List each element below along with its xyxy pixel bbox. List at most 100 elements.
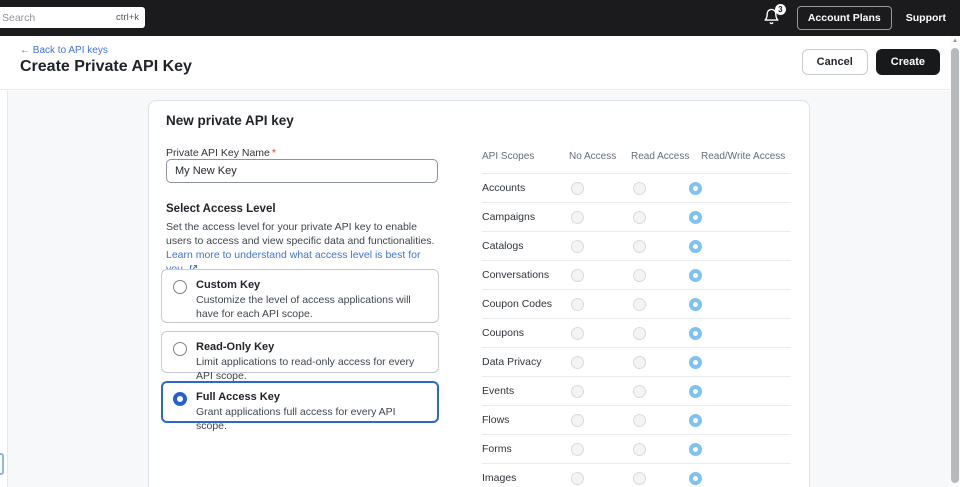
access-option-read-only-key[interactable]: Read-Only Key Limit applications to read…	[161, 331, 439, 373]
scrollbar-up-arrow-icon[interactable]: ▲	[950, 38, 960, 44]
option-title: Full Access Key	[196, 390, 426, 404]
clipped-left-element	[0, 453, 4, 475]
scope-row: Data Privacy	[482, 347, 791, 376]
radio-read-access[interactable]	[633, 472, 646, 485]
radio-read-access[interactable]	[633, 182, 646, 195]
radio-read-write-access[interactable]	[689, 443, 702, 456]
topbar-actions: 3 Account Plans Support	[763, 0, 946, 36]
scrollbar-thumb[interactable]	[951, 48, 959, 483]
radio-read-write-access[interactable]	[689, 385, 702, 398]
radio-no-access[interactable]	[571, 472, 584, 485]
api-key-name-label: Private API Key Name*	[166, 147, 276, 159]
notification-count-badge: 3	[775, 4, 786, 15]
vertical-scrollbar[interactable]: ▲	[950, 36, 960, 487]
option-title: Read-Only Key	[196, 340, 426, 354]
radio-read-write-access[interactable]	[689, 472, 702, 485]
scope-row: Flows	[482, 405, 791, 434]
scopes-table-header: API Scopes No Access Read Access Read/Wr…	[482, 151, 791, 173]
scope-label: Campaigns	[482, 211, 569, 223]
scope-row: Catalogs	[482, 231, 791, 260]
bell-icon	[763, 12, 780, 29]
radio-read-write-access[interactable]	[689, 269, 702, 282]
scope-row: Campaigns	[482, 202, 791, 231]
required-asterisk: *	[272, 147, 276, 159]
create-private-api-key-page: Search ctrl+k 3 Account Plans Support ← …	[0, 0, 960, 487]
api-scopes-table: API Scopes No Access Read Access Read/Wr…	[482, 151, 791, 487]
radio-read-access[interactable]	[633, 327, 646, 340]
radio-read-access[interactable]	[633, 385, 646, 398]
create-button[interactable]: Create	[876, 49, 940, 75]
page-title: Create Private API Key	[20, 58, 192, 76]
option-title: Custom Key	[196, 278, 426, 292]
scope-row: Coupon Codes	[482, 289, 791, 318]
radio-read-only-key[interactable]	[173, 342, 187, 356]
radio-no-access[interactable]	[571, 327, 584, 340]
radio-no-access[interactable]	[571, 182, 584, 195]
radio-no-access[interactable]	[571, 385, 584, 398]
radio-read-access[interactable]	[633, 240, 646, 253]
radio-no-access[interactable]	[571, 356, 584, 369]
api-key-name-input[interactable]	[166, 159, 438, 183]
support-button[interactable]: Support	[906, 12, 946, 24]
scope-row: Accounts	[482, 173, 791, 202]
card-title: New private API key	[166, 113, 294, 128]
scope-row: Images	[482, 463, 791, 487]
scope-label: Data Privacy	[482, 356, 569, 368]
radio-read-write-access[interactable]	[689, 327, 702, 340]
col-header-no-access: No Access	[569, 151, 631, 162]
scope-row: Conversations	[482, 260, 791, 289]
access-option-full-access-key[interactable]: Full Access Key Grant applications full …	[161, 381, 439, 423]
cancel-button[interactable]: Cancel	[802, 49, 868, 75]
scope-row: Coupons	[482, 318, 791, 347]
account-plans-button[interactable]: Account Plans	[797, 6, 892, 30]
top-navigation-bar: Search ctrl+k 3 Account Plans Support	[0, 0, 960, 36]
scope-label: Forms	[482, 443, 569, 455]
radio-read-write-access[interactable]	[689, 211, 702, 224]
radio-read-write-access[interactable]	[689, 414, 702, 427]
radio-read-write-access[interactable]	[689, 240, 702, 253]
radio-no-access[interactable]	[571, 414, 584, 427]
option-description: Limit applications to read-only access f…	[196, 355, 426, 383]
radio-no-access[interactable]	[571, 298, 584, 311]
access-option-custom-key[interactable]: Custom Key Customize the level of access…	[161, 269, 439, 323]
scope-row: Forms	[482, 434, 791, 463]
back-arrow-icon: ←	[20, 45, 30, 56]
scope-label: Coupon Codes	[482, 298, 569, 310]
radio-no-access[interactable]	[571, 240, 584, 253]
new-api-key-card: New private API key Private API Key Name…	[148, 100, 810, 487]
back-link-label: Back to API keys	[33, 45, 108, 56]
radio-no-access[interactable]	[571, 269, 584, 282]
radio-read-write-access[interactable]	[689, 298, 702, 311]
option-description: Grant applications full access for every…	[196, 405, 426, 433]
radio-read-access[interactable]	[633, 269, 646, 282]
col-header-read-access: Read Access	[631, 151, 687, 162]
radio-custom-key[interactable]	[173, 280, 187, 294]
radio-read-access[interactable]	[633, 414, 646, 427]
back-to-api-keys-link[interactable]: ← Back to API keys	[20, 45, 108, 56]
radio-full-access-key-selected[interactable]	[173, 392, 187, 406]
radio-read-write-access[interactable]	[689, 356, 702, 369]
radio-read-access[interactable]	[633, 356, 646, 369]
radio-no-access[interactable]	[571, 211, 584, 224]
radio-read-write-access[interactable]	[689, 182, 702, 195]
scope-label: Catalogs	[482, 240, 569, 252]
scope-label: Conversations	[482, 269, 569, 281]
radio-read-access[interactable]	[633, 211, 646, 224]
access-level-section-title: Select Access Level	[166, 203, 276, 215]
page-header: ← Back to API keys Create Private API Ke…	[0, 36, 960, 90]
search-placeholder: Search	[2, 12, 116, 24]
scope-label: Coupons	[482, 327, 569, 339]
header-actions: Cancel Create	[802, 49, 940, 75]
left-edge-strip	[0, 91, 8, 487]
notifications-button[interactable]: 3	[763, 8, 783, 28]
radio-read-access[interactable]	[633, 443, 646, 456]
col-header-api-scopes: API Scopes	[482, 151, 569, 162]
search-shortcut-hint: ctrl+k	[116, 12, 139, 23]
radio-read-access[interactable]	[633, 298, 646, 311]
radio-no-access[interactable]	[571, 443, 584, 456]
option-description: Customize the level of access applicatio…	[196, 293, 426, 321]
search-input[interactable]: Search ctrl+k	[0, 7, 145, 28]
scope-label: Images	[482, 472, 569, 484]
scope-label: Accounts	[482, 182, 569, 194]
scope-row: Events	[482, 376, 791, 405]
